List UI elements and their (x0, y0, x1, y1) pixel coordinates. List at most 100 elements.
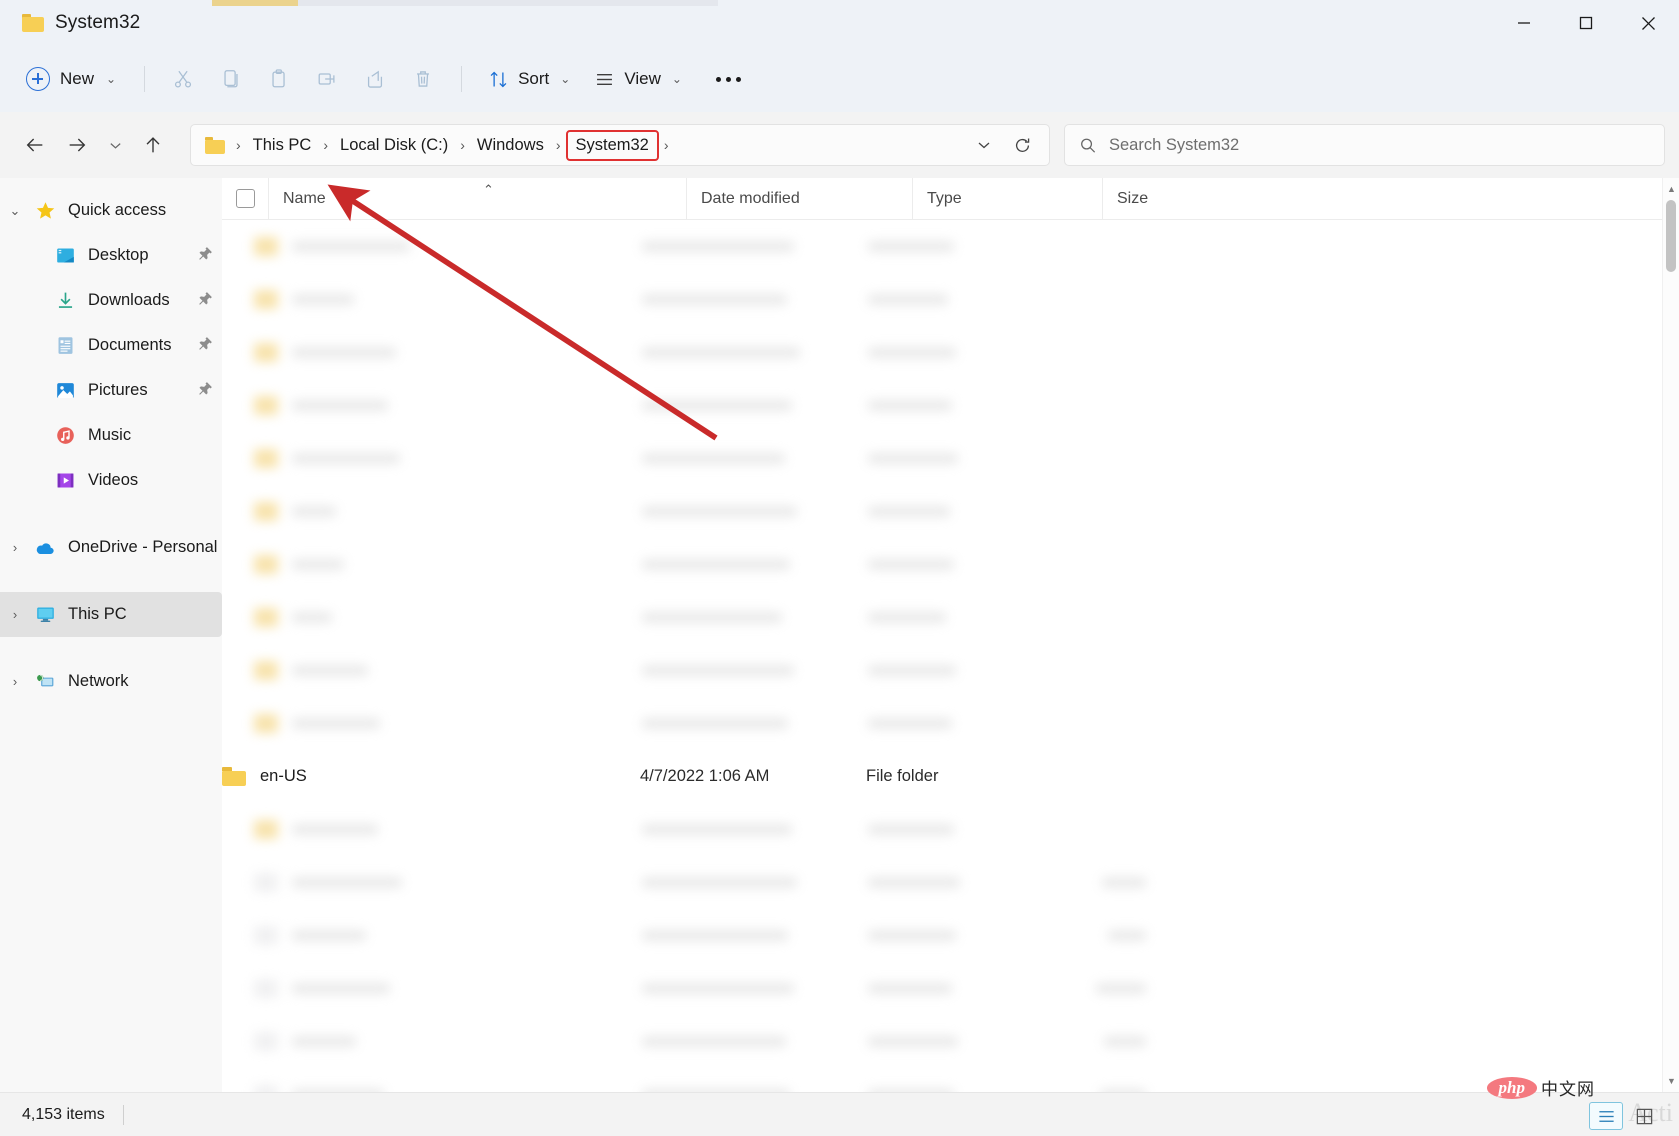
file-date-cell: 4/7/2022 1:06 AM (640, 750, 866, 803)
breadcrumb-this-pc[interactable]: This PC (246, 131, 319, 160)
column-headers: Name ⌃ Date modified Type Size (222, 178, 1679, 220)
star-icon (30, 200, 60, 221)
sidebar-item-videos[interactable]: Videos (0, 458, 222, 503)
chevron-down-icon: ⌄ (672, 72, 682, 86)
sidebar-item-documents[interactable]: Documents (0, 323, 222, 368)
refresh-button[interactable] (1003, 126, 1041, 164)
column-header-size[interactable]: Size (1102, 178, 1222, 220)
pin-icon[interactable] (197, 245, 214, 267)
copy-button[interactable] (207, 58, 255, 100)
sidebar-item-music[interactable]: Music (0, 413, 222, 458)
up-button[interactable] (132, 124, 174, 166)
onedrive-icon (30, 537, 60, 559)
cut-button[interactable] (159, 58, 207, 100)
file-type: File folder (866, 767, 938, 786)
list-view-icon[interactable] (1627, 1102, 1661, 1130)
vertical-scrollbar[interactable]: ▲ ▼ (1662, 178, 1679, 1092)
pin-icon[interactable] (197, 290, 214, 312)
list-item (222, 432, 1679, 485)
title-bar: System32 (0, 0, 1679, 46)
column-header-type[interactable]: Type (912, 178, 1102, 220)
breadcrumb-separator[interactable]: › (551, 137, 566, 153)
folder-icon (254, 661, 278, 680)
navigation-pane: ⌄ Quick access Desktop (0, 178, 222, 1092)
search-input[interactable] (1109, 136, 1650, 155)
paste-button[interactable] (255, 58, 303, 100)
sidebar-item-label: Videos (88, 471, 138, 490)
sidebar-item-label: Music (88, 426, 131, 445)
videos-icon (50, 470, 80, 491)
rename-button[interactable] (303, 58, 351, 100)
search-icon (1079, 136, 1097, 155)
breadcrumb-system32[interactable]: System32 (566, 130, 659, 161)
back-button[interactable] (14, 124, 56, 166)
close-button[interactable] (1617, 0, 1679, 46)
chevron-right-icon[interactable]: › (0, 607, 30, 622)
divider (123, 1105, 124, 1125)
select-all-header[interactable] (222, 178, 268, 220)
folder-icon (254, 714, 278, 733)
table-row[interactable]: en-US 4/7/2022 1:06 AM File folder (222, 750, 1679, 803)
list-item (222, 538, 1679, 591)
search-box[interactable] (1064, 124, 1665, 166)
forward-button[interactable] (56, 124, 98, 166)
pin-icon[interactable] (197, 380, 214, 402)
sidebar-item-network[interactable]: › Network (0, 659, 222, 704)
recent-locations-button[interactable] (98, 124, 132, 166)
music-icon (50, 425, 80, 446)
sort-button[interactable]: Sort ⌄ (476, 58, 582, 100)
list-item (222, 485, 1679, 538)
breadcrumb-local-disk[interactable]: Local Disk (C:) (333, 131, 455, 160)
pin-icon[interactable] (197, 335, 214, 357)
maximize-button[interactable] (1555, 0, 1617, 46)
minimize-button[interactable] (1493, 0, 1555, 46)
sidebar-item-onedrive[interactable]: › OneDrive - Personal (0, 525, 222, 570)
select-all-checkbox[interactable] (236, 189, 255, 208)
details-view-icon[interactable] (1589, 1102, 1623, 1130)
scroll-up-arrow[interactable]: ▲ (1663, 180, 1679, 198)
sidebar-item-label: Network (68, 672, 129, 691)
sidebar-item-pictures[interactable]: Pictures (0, 368, 222, 413)
list-item (222, 856, 1679, 909)
file-list-pane: Name ⌃ Date modified Type Size (222, 178, 1679, 1092)
folder-icon (254, 343, 278, 362)
sidebar-item-desktop[interactable]: Desktop (0, 233, 222, 278)
sort-label: Sort (518, 69, 549, 89)
file-size-cell (1056, 750, 1176, 803)
address-bar[interactable]: › This PC › Local Disk (C:) › Windows › … (190, 124, 1050, 166)
sidebar-item-downloads[interactable]: Downloads (0, 278, 222, 323)
breadcrumb-separator[interactable]: › (455, 137, 470, 153)
file-name: en-US (260, 767, 307, 786)
file-date-modified: 4/7/2022 1:06 AM (640, 767, 769, 786)
folder-icon (254, 290, 278, 309)
file-name-cell[interactable]: en-US (222, 750, 640, 803)
new-button[interactable]: New ⌄ (14, 59, 130, 99)
sort-ascending-icon: ⌃ (483, 182, 494, 198)
command-bar: New ⌄ (0, 46, 1679, 112)
chevron-right-icon[interactable]: › (0, 540, 30, 555)
previous-locations-button[interactable] (965, 126, 1003, 164)
delete-button[interactable] (399, 58, 447, 100)
breadcrumb-separator[interactable]: › (659, 137, 674, 153)
chevron-down-icon[interactable]: ⌄ (0, 203, 30, 219)
sidebar-item-label: Documents (88, 336, 171, 355)
file-type-cell: File folder (866, 750, 1056, 803)
sidebar-item-quick-access[interactable]: ⌄ Quick access (0, 188, 222, 233)
breadcrumb-windows[interactable]: Windows (470, 131, 551, 160)
share-button[interactable] (351, 58, 399, 100)
scroll-down-arrow[interactable]: ▼ (1663, 1072, 1679, 1090)
scrollbar-thumb[interactable] (1666, 200, 1676, 272)
list-item (222, 591, 1679, 644)
list-item (222, 273, 1679, 326)
breadcrumb-separator[interactable]: › (231, 137, 246, 153)
breadcrumb-separator[interactable]: › (318, 137, 333, 153)
see-more-button[interactable] (704, 58, 754, 100)
view-button[interactable]: View ⌄ (582, 58, 694, 100)
divider (144, 66, 145, 92)
column-header-name[interactable]: Name ⌃ (268, 178, 686, 220)
sidebar-item-this-pc[interactable]: › This PC (0, 592, 222, 637)
column-header-date-modified[interactable]: Date modified (686, 178, 912, 220)
chevron-right-icon[interactable]: › (0, 674, 30, 689)
file-icon (254, 979, 278, 998)
window-controls (1493, 0, 1679, 46)
